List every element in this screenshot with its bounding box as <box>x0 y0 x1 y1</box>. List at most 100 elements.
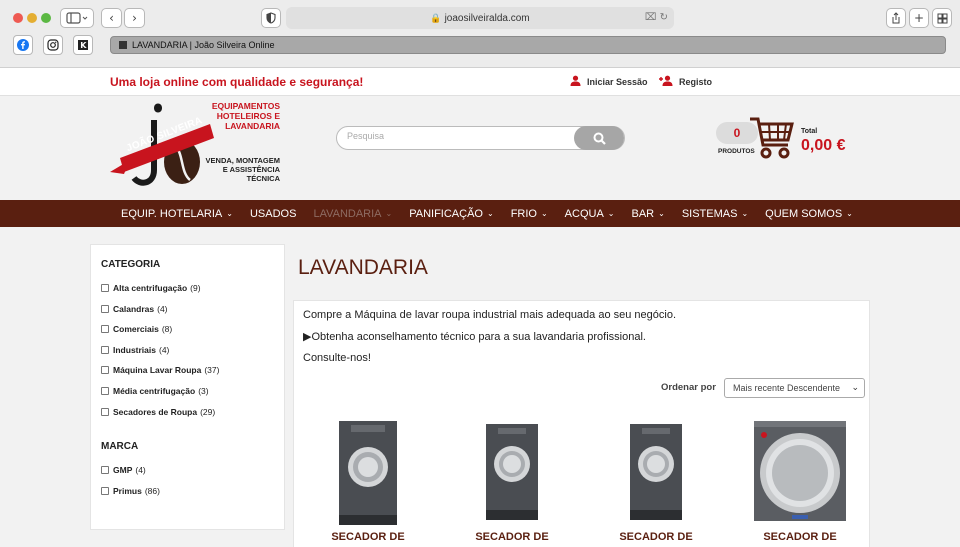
filter-category-comerciais[interactable]: Comerciais (8) <box>101 324 172 334</box>
new-tab-button[interactable]: + <box>909 8 929 28</box>
nav-lavandaria[interactable]: LAVANDARIA ⌄ <box>313 208 392 220</box>
intro-text: Compre a Máquina de lavar roupa industri… <box>303 309 677 321</box>
checkbox[interactable] <box>101 325 109 333</box>
sort-select[interactable]: Mais recente Descendente ⌄ <box>724 378 865 398</box>
checkbox[interactable] <box>101 408 109 416</box>
active-tab[interactable]: LAVANDARIA | João Silveira Online <box>110 36 946 54</box>
login-label: Iniciar Sessão <box>587 77 648 87</box>
register-link[interactable]: Registo <box>659 75 712 89</box>
logo-subtitle: VENDA, MONTAGEM E ASSISTÊNCIA TÉCNICA <box>205 156 280 183</box>
checkbox[interactable] <box>101 466 109 474</box>
filter-category-secadores[interactable]: Secadores de Roupa (29) <box>101 407 215 417</box>
product-name[interactable]: SECADOR DE <box>596 531 716 543</box>
privacy-button[interactable] <box>261 8 281 28</box>
url-text: joaosilveiralda.com <box>444 13 530 24</box>
website: Uma loja online com qualidade e seguranç… <box>0 68 960 547</box>
bookmark-icon: K <box>78 40 88 50</box>
nav-usados[interactable]: USADOS <box>250 208 296 220</box>
product-name[interactable]: SECADOR DE <box>740 531 860 543</box>
back-button[interactable]: ‹ <box>101 8 122 28</box>
maximize-window-button[interactable] <box>41 13 51 23</box>
share-icon <box>892 12 900 24</box>
instagram-icon <box>47 39 59 51</box>
checkbox[interactable] <box>101 305 109 313</box>
filter-category-media[interactable]: Média centrifugação (3) <box>101 386 209 396</box>
close-window-button[interactable] <box>13 13 23 23</box>
site-header: JOÃO SILVEIRA EQUIPAMENTOS HOTELEIROS E … <box>0 96 960 200</box>
facebook-bookmark[interactable] <box>13 35 33 55</box>
svg-text:K: K <box>80 41 87 50</box>
shield-icon <box>266 12 276 24</box>
filter-category-calandras[interactable]: Calandras (4) <box>101 304 168 314</box>
chevron-down-icon: ⌄ <box>226 209 233 218</box>
search-icon <box>593 132 606 145</box>
share-button[interactable] <box>886 8 906 28</box>
instagram-bookmark[interactable] <box>43 35 63 55</box>
translate-icon[interactable]: ⌧ <box>645 12 657 23</box>
intro-advice: ▶Obtenha aconselhamento técnico para a s… <box>303 331 646 343</box>
forward-button[interactable]: › <box>124 8 145 28</box>
search-input[interactable] <box>347 131 567 141</box>
nav-bar[interactable]: BAR ⌄ <box>632 208 665 220</box>
chevron-down-icon: ⌄ <box>486 209 494 218</box>
nav-equip-hotelaria[interactable]: EQUIP. HOTELARIA ⌄ <box>121 208 233 220</box>
chevron-down-icon: ⌄ <box>540 209 548 218</box>
tab-overview-button[interactable] <box>932 8 952 28</box>
chevron-down-icon: ⌄ <box>658 209 665 218</box>
tagline: Uma loja online com qualidade e seguranç… <box>110 75 364 89</box>
filter-category-alta[interactable]: Alta centrifugação (9) <box>101 283 201 293</box>
checkbox[interactable] <box>101 366 109 374</box>
product-card[interactable]: SECADOR DE <box>740 419 860 547</box>
back-icon: ‹ <box>109 11 114 25</box>
product-image <box>339 421 397 525</box>
filter-brand-primus[interactable]: Primus (86) <box>101 486 160 496</box>
lock-icon: 🔒 <box>430 13 442 23</box>
product-image <box>486 424 538 520</box>
cart-icon[interactable] <box>748 115 794 166</box>
filter-category-industriais[interactable]: Industriais (4) <box>101 345 169 355</box>
facebook-icon <box>17 39 29 51</box>
product-card[interactable]: SECADOR DE <box>308 419 428 547</box>
filter-category-maquina-lavar[interactable]: Máquina Lavar Roupa (37) <box>101 365 219 375</box>
checkbox[interactable] <box>101 346 109 354</box>
category-title: CATEGORIA <box>101 259 161 270</box>
nav-frio[interactable]: FRIO ⌄ <box>511 208 548 220</box>
content-panel: Compre a Máquina de lavar roupa industri… <box>293 300 870 547</box>
minimize-window-button[interactable] <box>27 13 37 23</box>
product-name[interactable]: SECADOR DE <box>452 531 572 543</box>
site-bookmark[interactable]: K <box>73 35 93 55</box>
product-name[interactable]: SECADOR DE <box>308 531 428 543</box>
browser-chrome: ‹ › 🔒 joaosilveiralda.com ⌧ ↻ + K LAVANDA… <box>0 0 960 68</box>
product-card[interactable]: SECADOR DE <box>452 419 572 547</box>
filter-brand-gmp[interactable]: GMP (4) <box>101 465 146 475</box>
page-title: LAVANDARIA <box>298 256 428 279</box>
product-card[interactable]: SECADOR DE <box>596 419 716 547</box>
nav-sistemas[interactable]: SISTEMAS ⌄ <box>682 208 748 220</box>
product-image <box>630 424 682 520</box>
brand-title: MARCA <box>101 441 139 452</box>
tab-overview-icon <box>937 13 947 23</box>
main-nav: EQUIP. HOTELARIA ⌄ USADOS LAVANDARIA ⌄ PAN… <box>0 200 960 227</box>
reload-icon[interactable]: ↻ <box>660 12 668 23</box>
forward-icon: › <box>132 11 137 25</box>
filter-sidebar: CATEGORIA Alta centrifugação (9) Calandra… <box>90 244 285 530</box>
chevron-down-icon: ⌄ <box>846 209 853 218</box>
address-bar[interactable]: 🔒 joaosilveiralda.com ⌧ ↻ <box>286 7 674 29</box>
search-button[interactable] <box>574 126 624 150</box>
checkbox[interactable] <box>101 284 109 292</box>
top-bar: Uma loja online com qualidade e seguranç… <box>0 68 960 96</box>
register-label: Registo <box>679 77 713 87</box>
nav-acqua[interactable]: ACQUA ⌄ <box>565 208 615 220</box>
add-user-icon <box>659 75 673 89</box>
logo-title: EQUIPAMENTOS HOTELEIROS E LAVANDARIA <box>211 101 280 131</box>
sidebar-toggle-button[interactable] <box>60 8 94 28</box>
checkbox[interactable] <box>101 487 109 495</box>
chevron-down-icon: ⌄ <box>741 209 749 218</box>
checkbox[interactable] <box>101 387 109 395</box>
cart-total-label: Total <box>801 128 818 135</box>
new-tab-icon: + <box>913 11 925 25</box>
nav-panificacao[interactable]: PANIFICAÇÃO ⌄ <box>409 208 493 220</box>
sidebar-icon <box>66 12 88 24</box>
nav-quem-somos[interactable]: QUEM SOMOS ⌄ <box>765 208 853 220</box>
login-link[interactable]: Iniciar Sessão <box>570 75 648 89</box>
